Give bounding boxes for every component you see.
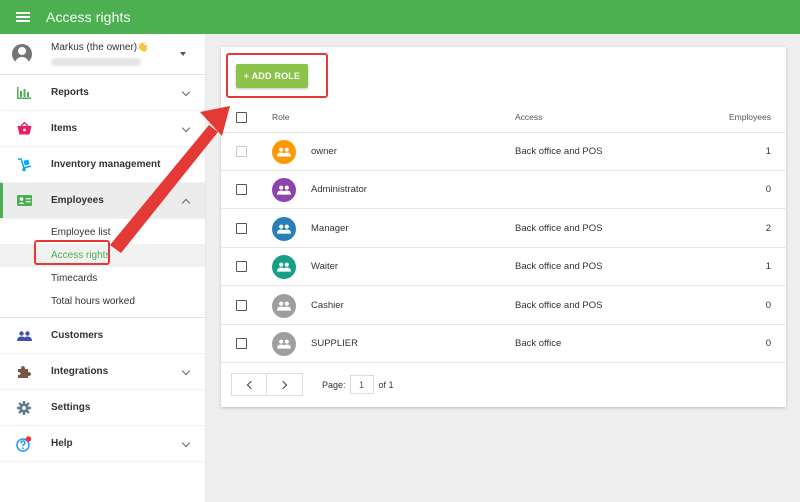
employees-submenu: Employee list Access rights Timecards To… [0, 219, 205, 318]
roles-card: + ADD ROLE Role Access Employees owner B… [221, 47, 786, 407]
caret-down-icon [180, 52, 186, 56]
sidebar-item-customers[interactable]: Customers [0, 318, 205, 354]
role-group-icon [272, 217, 296, 241]
role-employee-count: 0 [765, 338, 771, 349]
role-group-icon [272, 178, 296, 202]
table-row[interactable]: Administrator 0 [221, 171, 786, 209]
bar-chart-icon [16, 85, 32, 101]
id-card-icon [16, 193, 32, 209]
chevron-down-icon [181, 87, 191, 97]
table-row[interactable]: Waiter Back office and POS 1 [221, 248, 786, 286]
column-header-role: Role [272, 112, 290, 122]
role-name: SUPPLIER [311, 338, 358, 349]
row-checkbox [236, 146, 247, 157]
account-email-redacted [51, 58, 141, 66]
sidebar-item-label: Integrations [51, 366, 109, 377]
row-checkbox[interactable] [236, 300, 247, 311]
chevron-down-icon [181, 123, 191, 133]
role-employee-count: 1 [765, 146, 771, 157]
sidebar-item-label: Customers [51, 330, 104, 341]
highlight-box-add-role [226, 53, 328, 98]
highlight-box-access-rights [34, 240, 110, 265]
role-group-icon [272, 332, 296, 356]
sidebar-item-settings[interactable]: Settings [0, 390, 205, 426]
waving-hand-icon: 👋 [137, 42, 149, 52]
sidebar-item-label: Items [51, 123, 78, 134]
account-name: Markus (the owner)👋 [51, 42, 149, 53]
chevron-left-icon [246, 380, 255, 389]
role-employee-count: 0 [765, 300, 771, 311]
role-access: Back office and POS [515, 146, 603, 157]
chevron-down-icon [181, 366, 191, 376]
page-total: of 1 [378, 379, 394, 390]
role-group-icon [272, 140, 296, 164]
prev-page-button[interactable] [231, 373, 267, 396]
role-name: owner [311, 146, 337, 157]
hamburger-icon [16, 12, 30, 22]
sidebar-item-label: Employees [51, 195, 104, 206]
menu-button[interactable] [0, 0, 46, 34]
role-access: Back office and POS [515, 261, 603, 272]
submenu-total-hours-worked[interactable]: Total hours worked [0, 290, 205, 313]
row-checkbox[interactable] [236, 223, 247, 234]
gear-icon [16, 400, 32, 416]
submenu-timecards[interactable]: Timecards [0, 267, 205, 290]
page-title: Access rights [46, 9, 131, 25]
next-page-button[interactable] [267, 373, 303, 396]
sidebar-item-label: Reports [51, 87, 89, 98]
row-checkbox[interactable] [236, 261, 247, 272]
chevron-up-icon [181, 198, 191, 208]
account-switcher[interactable]: Markus (the owner)👋 [0, 34, 205, 75]
role-name: Administrator [311, 184, 367, 195]
page-label: Page: [322, 379, 346, 390]
sidebar-item-label: Inventory management [51, 159, 161, 170]
role-name: Cashier [311, 300, 344, 311]
chevron-right-icon [278, 380, 288, 389]
puzzle-icon [16, 364, 32, 380]
basket-icon [16, 121, 32, 137]
page-number-input[interactable]: 1 [349, 375, 374, 394]
role-access: Back office and POS [515, 223, 603, 234]
hand-truck-icon [16, 157, 32, 173]
table-row[interactable]: owner Back office and POS 1 [221, 133, 786, 171]
sidebar-item-label: Settings [51, 402, 91, 413]
app-header: Access rights [0, 0, 800, 34]
role-employee-count: 0 [765, 184, 771, 195]
role-group-icon [272, 255, 296, 279]
table-row[interactable]: SUPPLIER Back office 0 [221, 325, 786, 363]
table-header: Role Access Employees [221, 102, 786, 133]
chevron-down-icon [181, 438, 191, 448]
sidebar-item-inventory-management[interactable]: Inventory management [0, 147, 205, 183]
role-group-icon [272, 294, 296, 318]
role-access: Back office and POS [515, 300, 603, 311]
row-checkbox[interactable] [236, 338, 247, 349]
role-access: Back office [515, 338, 562, 349]
sidebar-item-integrations[interactable]: Integrations [0, 354, 205, 390]
row-checkbox[interactable] [236, 184, 247, 195]
sidebar-item-label: Help [51, 438, 73, 449]
role-name: Manager [311, 223, 349, 234]
sidebar: Markus (the owner)👋 Reports Items Invent… [0, 34, 206, 502]
table-row[interactable]: Manager Back office and POS 2 [221, 210, 786, 248]
role-employee-count: 1 [765, 261, 771, 272]
column-header-employees: Employees [728, 112, 771, 122]
role-name: Waiter [311, 261, 339, 272]
column-header-access: Access [515, 112, 543, 122]
sidebar-item-reports[interactable]: Reports [0, 75, 205, 111]
chevron-down-icon [181, 159, 191, 169]
role-employee-count: 2 [765, 223, 771, 234]
help-icon [16, 435, 32, 452]
sidebar-item-items[interactable]: Items [0, 111, 205, 147]
sidebar-item-help[interactable]: Help [0, 426, 205, 462]
people-icon [16, 328, 32, 344]
pagination: Page: 1 of 1 [231, 373, 394, 396]
sidebar-item-employees[interactable]: Employees [0, 183, 205, 219]
table-row[interactable]: Cashier Back office and POS 0 [221, 287, 786, 325]
account-circle-icon [12, 44, 32, 64]
select-all-checkbox[interactable] [236, 112, 247, 123]
